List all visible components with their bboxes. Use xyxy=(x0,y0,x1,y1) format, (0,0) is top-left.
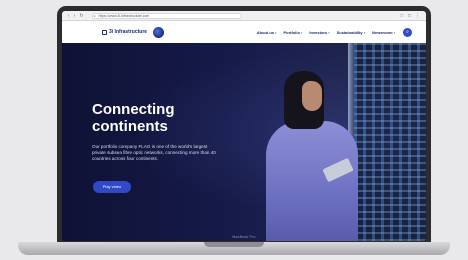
hero-banner: Connecting continents Our portfolio comp… xyxy=(62,43,426,241)
address-bar[interactable]: ● https://www.3i-infrastructure.com xyxy=(91,12,242,19)
address-text: https://www.3i-infrastructure.com xyxy=(98,13,150,18)
site-header: 3i Infrastructure About us › Portfolio ›… xyxy=(62,21,426,43)
main-menu: About us › Portfolio › Investors › Susta… xyxy=(257,30,395,35)
hero-title-line2: continents xyxy=(92,118,168,135)
menu-item-newsroom[interactable]: Newsroom › xyxy=(372,30,395,35)
logo-mark-icon xyxy=(102,29,107,35)
site-logo[interactable]: 3i Infrastructure xyxy=(102,29,147,35)
forward-icon[interactable]: › xyxy=(74,11,76,21)
globe-icon xyxy=(153,26,165,38)
search-icon[interactable]: ⌕ xyxy=(403,27,412,37)
menu-item-investors[interactable]: Investors › xyxy=(309,30,329,35)
play-video-button[interactable]: Play video xyxy=(93,181,131,193)
menu-item-portfolio[interactable]: Portfolio › xyxy=(284,30,303,35)
lock-icon: ● xyxy=(93,13,96,18)
reload-icon[interactable]: ↻ xyxy=(79,11,83,21)
hero-title-line1: Connecting xyxy=(92,101,175,118)
person-body-image xyxy=(266,121,358,241)
hero-title: Connecting continents xyxy=(92,101,242,135)
browser-toolbar: ‹ › ↻ ● https://www.3i-infrastructure.co… xyxy=(62,11,426,21)
device-label: MacBook Pro xyxy=(232,235,256,239)
menu-item-about[interactable]: About us › xyxy=(257,30,277,35)
menu-item-sustainability[interactable]: Sustainability › xyxy=(337,30,365,35)
hero-description: Our portfolio company FLAG is one of the… xyxy=(92,144,216,161)
logo-text: 3i Infrastructure xyxy=(109,29,148,35)
extensions-icon[interactable]: ⋮ xyxy=(415,11,420,21)
laptop-notch xyxy=(204,242,264,247)
person-face-image xyxy=(302,81,322,111)
laptop-screen: ‹ › ↻ ● https://www.3i-infrastructure.co… xyxy=(62,11,426,241)
share-icon[interactable]: □ xyxy=(408,11,411,21)
server-rack-image xyxy=(354,43,426,241)
back-icon[interactable]: ‹ xyxy=(68,11,70,21)
star-icon[interactable]: ☆ xyxy=(399,11,403,21)
